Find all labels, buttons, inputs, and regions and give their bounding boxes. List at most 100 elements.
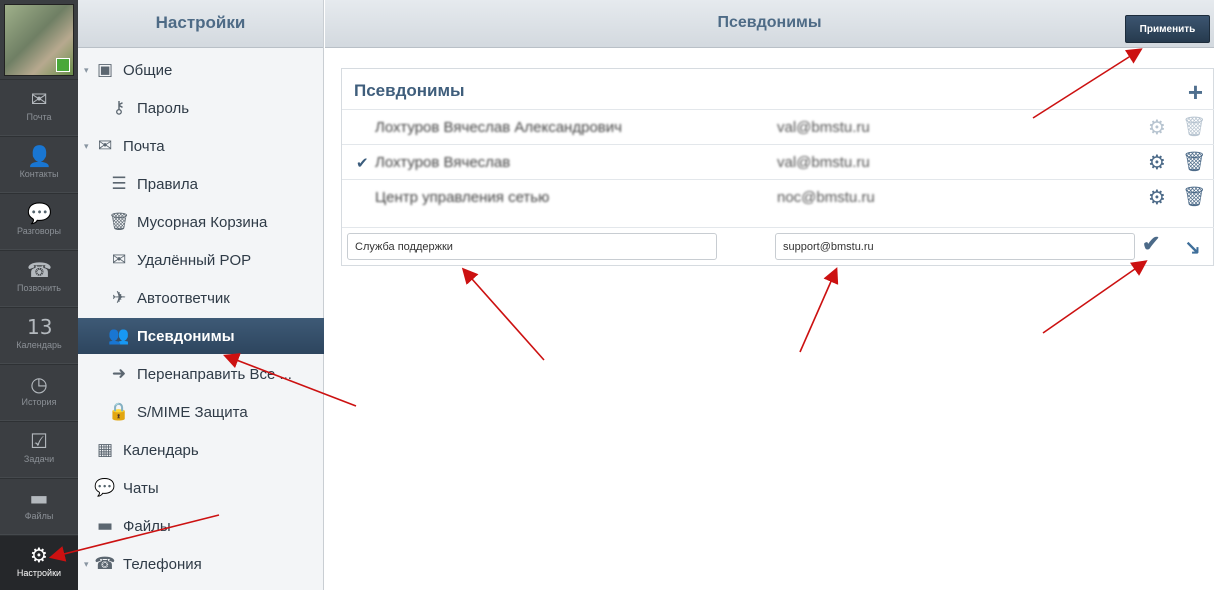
rail-item-contacts[interactable]: 👤 Контакты: [0, 136, 78, 193]
key-icon: ⚷: [112, 98, 126, 118]
settings-item-label: Почта: [123, 137, 165, 155]
alias-name-input[interactable]: [347, 233, 717, 260]
gear-icon[interactable]: ⚙: [1148, 150, 1166, 174]
settings-item-11[interactable]: ▦ Календарь: [78, 432, 324, 468]
default-check-icon: ✔: [356, 155, 369, 172]
trash-icon[interactable]: 🗑: [1182, 150, 1206, 173]
alias-name: Лохтуров Вячеслав Александрович: [375, 119, 622, 136]
page-title: Псевдонимы: [717, 14, 822, 31]
calendar-icon: 13: [27, 315, 53, 339]
panel-title: Псевдонимы: [354, 81, 465, 100]
settings-item-label: S/MIME Защита: [137, 403, 248, 421]
contacts-icon: 👤: [27, 144, 52, 168]
rail-item-tasks[interactable]: ☑ Задачи: [0, 421, 78, 478]
settings-item-label: Календарь: [123, 441, 199, 459]
rail-item-folder[interactable]: ▬ Файлы: [0, 478, 78, 535]
alias-row[interactable]: ✔ Лохтуров Вячеслав val@bmstu.ru ⚙ 🗑: [342, 144, 1214, 179]
settings-item-label: Мусорная Корзина: [137, 213, 268, 231]
rail-item-label: Календарь: [16, 340, 62, 350]
settings-item-7[interactable]: ✈ Автоответчик: [78, 280, 324, 316]
aliases-panel: Псевдонимы + Лохтуров Вячеслав Александр…: [341, 68, 1214, 266]
rail-item-label: Позвонить: [17, 283, 61, 293]
settings-item-label: Перенаправить Все ...: [137, 365, 292, 383]
alias-email: noc@bmstu.ru: [777, 189, 875, 206]
annotation-arrow: [1042, 260, 1148, 334]
calendar-icon: ▦: [96, 440, 114, 460]
cancel-arrow-icon[interactable]: ↘: [1184, 236, 1201, 260]
app-rail: ✉ Почта 👤 Контакты 💬 Разговоры ☎ Позвонить 13 Кал…: [0, 0, 78, 590]
settings-item-13[interactable]: ▬ Файлы: [78, 508, 324, 544]
settings-sidebar: Настройки ▾ ▣ Общие ⚷ Пароль ▾ ✉ Почта ☰ Правила 🗑…: [78, 0, 324, 590]
trash-icon: 🗑: [108, 212, 130, 232]
rail-item-phone[interactable]: ☎ Позвонить: [0, 250, 78, 307]
settings-item-3[interactable]: ▾ ✉ Почта: [78, 128, 324, 164]
mail-icon: ✉: [111, 250, 127, 270]
rail-item-history[interactable]: ◷ История: [0, 364, 78, 421]
tasks-icon: ☑: [30, 429, 48, 453]
filters-icon: ☰: [111, 174, 127, 194]
settings-item-label: Телефония: [123, 555, 202, 573]
rail-item-label: Разговоры: [17, 226, 61, 236]
alias-email-input[interactable]: [775, 233, 1135, 260]
settings-item-label: Общие: [123, 61, 173, 79]
settings-item-label: Удалённый POP: [137, 251, 252, 269]
phone-icon: ☎: [27, 258, 52, 282]
settings-item-label: Чаты: [123, 479, 159, 497]
settings-item-5[interactable]: 🗑 Мусорная Корзина: [78, 204, 324, 240]
settings-item-label: Автоответчик: [137, 289, 230, 307]
settings-item-4[interactable]: ☰ Правила: [78, 166, 324, 202]
trash-icon[interactable]: 🗑: [1182, 185, 1206, 208]
settings-item-8[interactable]: 👥 Псевдонимы: [78, 318, 324, 354]
gear-icon[interactable]: ⚙: [1148, 185, 1166, 209]
phone-icon: ☎: [94, 554, 116, 574]
airplane-icon: ✈: [111, 288, 127, 308]
status-badge: [56, 58, 70, 72]
alias-name: Лохтуров Вячеслав: [375, 154, 511, 171]
rail-item-label: Настройки: [16, 568, 62, 578]
settings-item-10[interactable]: 🔒 S/MIME Защита: [78, 394, 324, 430]
add-alias-icon[interactable]: +: [1188, 77, 1203, 108]
annotation-arrow: [461, 267, 545, 361]
rail-item-mail[interactable]: ✉ Почта: [0, 79, 78, 136]
settings-item-1[interactable]: ▾ ▣ Общие: [78, 52, 324, 88]
chat-icon: 💬: [94, 478, 116, 498]
trash-icon[interactable]: 🗑: [1182, 115, 1206, 138]
expand-arrow-icon[interactable]: ▾: [84, 141, 94, 152]
alias-row[interactable]: Лохтуров Вячеслав Александрович val@bmst…: [342, 109, 1214, 144]
folder-icon: ▬: [96, 516, 114, 536]
settings-item-9[interactable]: ➜ Перенаправить Все ...: [78, 356, 324, 392]
checkmark-icon[interactable]: ✔: [1142, 231, 1160, 257]
settings-item-6[interactable]: ✉ Удалённый POP: [78, 242, 324, 278]
gear-icon: ⚙: [30, 543, 48, 567]
alias-name: Центр управления сетью: [375, 189, 550, 206]
alias-row[interactable]: Центр управления сетью noc@bmstu.ru ⚙ 🗑: [342, 179, 1214, 214]
settings-item-label: Пароль: [137, 99, 190, 117]
settings-title: Настройки: [78, 0, 323, 48]
settings-item-12[interactable]: 💬 Чаты: [78, 470, 324, 506]
lock-icon: 🔒: [108, 402, 130, 422]
folder-icon: ▬: [29, 486, 49, 510]
aliases-icon: 👥: [108, 326, 130, 346]
settings-item-label: Псевдонимы: [137, 327, 235, 345]
main-header: Псевдонимы Применить: [325, 0, 1214, 48]
rail-item-label: Задачи: [23, 454, 55, 464]
settings-item-2[interactable]: ⚷ Пароль: [78, 90, 324, 126]
mail-icon: ✉: [97, 136, 113, 156]
settings-item-14[interactable]: ▾ ☎ Телефония: [78, 546, 324, 582]
annotation-arrow: [799, 267, 839, 353]
rail-item-label: Файлы: [24, 511, 54, 521]
gear-icon[interactable]: ⚙: [1148, 115, 1166, 139]
avatar[interactable]: [4, 4, 74, 76]
chat-icon: 💬: [27, 201, 52, 225]
mail-icon: ✉: [30, 87, 48, 111]
general-icon: ▣: [96, 60, 114, 80]
expand-arrow-icon[interactable]: ▾: [84, 65, 94, 76]
apply-button[interactable]: Применить: [1125, 15, 1210, 43]
settings-item-label: Файлы: [123, 517, 171, 535]
rail-item-calendar[interactable]: 13 Календарь: [0, 307, 78, 364]
history-icon: ◷: [30, 372, 48, 396]
settings-item-label: Правила: [137, 175, 198, 193]
rail-item-gear[interactable]: ⚙ Настройки: [0, 535, 78, 590]
expand-arrow-icon[interactable]: ▾: [84, 559, 94, 570]
rail-item-chat[interactable]: 💬 Разговоры: [0, 193, 78, 250]
